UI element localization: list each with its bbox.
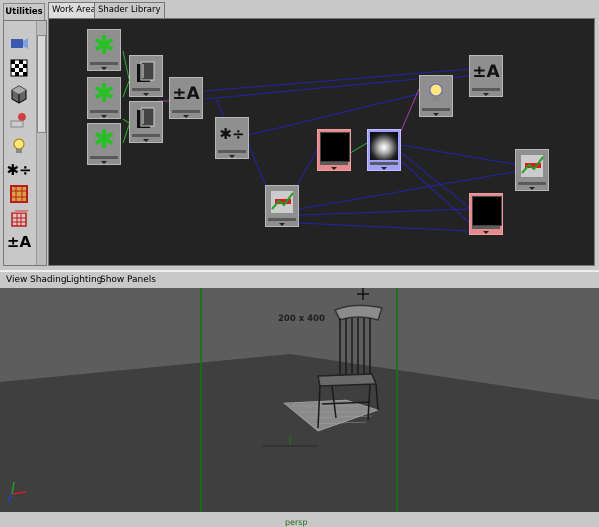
node-plus-minus-2[interactable]: ±A xyxy=(469,55,503,97)
node-spark-1[interactable]: ✱ xyxy=(87,29,121,71)
checker-icon[interactable] xyxy=(8,57,30,79)
node-shader-black-2[interactable] xyxy=(469,193,503,235)
tab-shader-library[interactable]: Shader Library xyxy=(94,2,165,18)
node-ramp-2[interactable] xyxy=(515,149,549,191)
node-shader-black-1[interactable] xyxy=(317,129,351,171)
node-multiply-divide[interactable]: ✱÷ xyxy=(215,117,249,159)
camera-label: persp xyxy=(285,518,308,527)
menu-show[interactable]: Show xyxy=(100,275,124,285)
menu-panels[interactable]: Panels xyxy=(127,275,156,285)
node-shader-glow[interactable] xyxy=(367,129,401,171)
node-book-1[interactable] xyxy=(129,55,163,97)
viewport-menu-bar: View Shading Lighting Show Panels xyxy=(0,270,599,288)
node-book-2[interactable] xyxy=(129,101,163,143)
utilities-shelf: ✱÷ ±A xyxy=(3,20,47,266)
lightbulb-icon[interactable] xyxy=(8,135,30,157)
ramp-icon xyxy=(271,191,294,213)
menu-view[interactable]: View xyxy=(6,275,27,285)
node-plus-minus-1[interactable]: ±A xyxy=(169,77,203,119)
grid-icon[interactable] xyxy=(8,183,30,205)
viewport-panel: View Shading Lighting Show Panels 200 x … xyxy=(0,270,599,527)
shelf-scroll-thumb[interactable] xyxy=(37,35,46,133)
work-area[interactable]: ✱ ✱ ✱ ±A ±A ✱÷ xyxy=(48,18,595,266)
light-icon[interactable] xyxy=(8,109,30,131)
ramp-icon xyxy=(521,155,544,177)
cube-grid-icon[interactable] xyxy=(8,207,30,229)
book-icon xyxy=(137,107,155,128)
camera-icon[interactable] xyxy=(8,31,30,53)
lightbulb-icon xyxy=(429,83,443,101)
cube-icon[interactable] xyxy=(8,83,30,105)
node-light[interactable] xyxy=(419,75,453,117)
node-spark-3[interactable]: ✱ xyxy=(87,123,121,165)
book-icon xyxy=(137,61,155,82)
tab-work-area[interactable]: Work Area xyxy=(48,2,100,18)
utilities-tab[interactable]: Utilities xyxy=(3,3,45,20)
resolution-label: 200 x 400 xyxy=(278,314,325,324)
shelf-scrollbar[interactable] xyxy=(36,21,46,265)
node-spark-2[interactable]: ✱ xyxy=(87,77,121,119)
node-ramp-1[interactable] xyxy=(265,185,299,227)
multiply-divide-icon[interactable]: ✱÷ xyxy=(6,159,31,181)
menu-lighting[interactable]: Lighting xyxy=(66,275,102,285)
plus-minus-icon[interactable]: ±A xyxy=(7,231,31,253)
menu-shading[interactable]: Shading xyxy=(30,275,67,285)
hypershade-panel: Utilities ✱÷ ±A Work Area Shader Library… xyxy=(0,0,599,268)
perspective-view[interactable]: 200 x 400 persp xyxy=(0,288,599,527)
